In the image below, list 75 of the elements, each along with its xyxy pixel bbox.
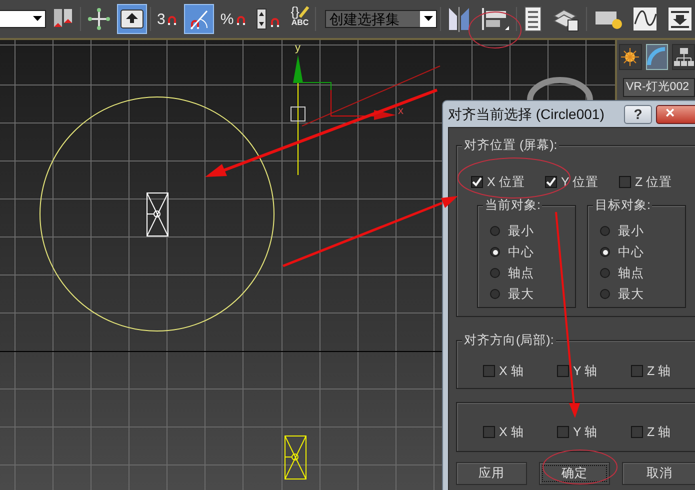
checkbox-label: Y 轴 — [573, 363, 598, 380]
pencil-icon — [299, 6, 310, 18]
radio-button[interactable] — [490, 289, 500, 300]
radio-label: 最大 — [618, 286, 644, 303]
radio-label: 最小 — [508, 222, 534, 240]
arc-icon — [647, 47, 667, 67]
radio-button[interactable] — [490, 226, 500, 236]
spinner-magnet-icon — [256, 7, 282, 31]
checkbox-label: Z 位置 — [635, 174, 672, 191]
radio-button[interactable] — [490, 268, 500, 278]
checkbox-label: Y 轴 — [573, 424, 598, 441]
checkbox[interactable] — [557, 365, 569, 378]
dropdown[interactable] — [0, 10, 46, 28]
align-icon — [480, 6, 510, 32]
axis-label: y — [295, 42, 300, 54]
radio-button[interactable] — [600, 226, 610, 236]
viewcube-ring — [527, 77, 593, 100]
caret-icon — [424, 16, 433, 22]
radio-button[interactable] — [600, 289, 610, 300]
annotation-ellipse — [468, 12, 522, 48]
hierarchy-icon — [674, 47, 694, 67]
angle-magnet-button[interactable] — [184, 4, 214, 34]
checkmark-icon — [546, 177, 556, 188]
radio-label: 中心 — [618, 244, 644, 261]
checkbox[interactable] — [471, 176, 483, 188]
dialog-button[interactable]: 应用 — [456, 462, 528, 485]
checkbox-label: Z 轴 — [647, 363, 672, 380]
radio-label: 最小 — [618, 222, 644, 240]
checkbox-label: Y 位置 — [561, 174, 599, 191]
curve-editor-icon — [632, 6, 658, 32]
upload-button[interactable] — [117, 4, 147, 34]
radio-label: 最大 — [508, 286, 534, 303]
group-label: 目标对象: — [593, 196, 652, 213]
help-button[interactable]: ? — [624, 104, 652, 124]
checkbox-label: X 轴 — [499, 363, 524, 380]
move-icon — [87, 7, 111, 31]
group-label: 对齐方向(局部): — [462, 332, 556, 348]
list-icon — [523, 6, 544, 32]
checkbox[interactable] — [619, 176, 631, 188]
magnet-button[interactable]: % — [217, 4, 250, 34]
dialog-title: 对齐当前选择 (Circle001) — [448, 104, 606, 124]
checkbox-label: Z 轴 — [647, 424, 672, 441]
dialog-button[interactable]: 取消 — [622, 462, 695, 485]
checkbox[interactable] — [483, 365, 495, 378]
pencil-button[interactable]: {} ABC — [288, 4, 312, 34]
panel-tab[interactable] — [672, 44, 695, 70]
upload-icon — [120, 9, 144, 29]
dialog-button[interactable]: 确定 — [539, 462, 610, 485]
light-object — [146, 192, 168, 236]
caret-icon — [32, 16, 42, 22]
group-label: 对齐位置 (屏幕): — [462, 137, 560, 153]
group-label: 当前对象: — [483, 196, 542, 213]
checkmark-icon — [472, 177, 482, 188]
name-field[interactable]: VR-灯光002 — [623, 78, 695, 97]
mirror-icon — [447, 6, 472, 32]
axis-label: x — [398, 105, 404, 117]
radio-label: 轴点 — [618, 264, 644, 282]
radio-label: 轴点 — [508, 264, 534, 282]
radio-label: 中心 — [508, 244, 534, 261]
checkbox[interactable] — [557, 426, 569, 438]
light-object — [284, 436, 306, 480]
checkbox[interactable] — [483, 426, 495, 438]
braces-text: {} — [290, 5, 300, 18]
checkbox[interactable] — [631, 365, 643, 378]
panel-tab[interactable] — [646, 44, 668, 70]
sun-icon — [620, 47, 640, 67]
panel-tab[interactable] — [619, 44, 642, 70]
checkbox-label: X 轴 — [499, 424, 524, 441]
radio-button[interactable] — [600, 247, 610, 258]
checkbox[interactable] — [545, 176, 557, 188]
magnet-button[interactable]: 3 — [154, 4, 182, 34]
checkbox[interactable] — [631, 426, 643, 438]
radio-button[interactable] — [490, 247, 500, 258]
checkbox-label: X 位置 — [487, 174, 525, 191]
radio-button[interactable] — [600, 268, 610, 278]
